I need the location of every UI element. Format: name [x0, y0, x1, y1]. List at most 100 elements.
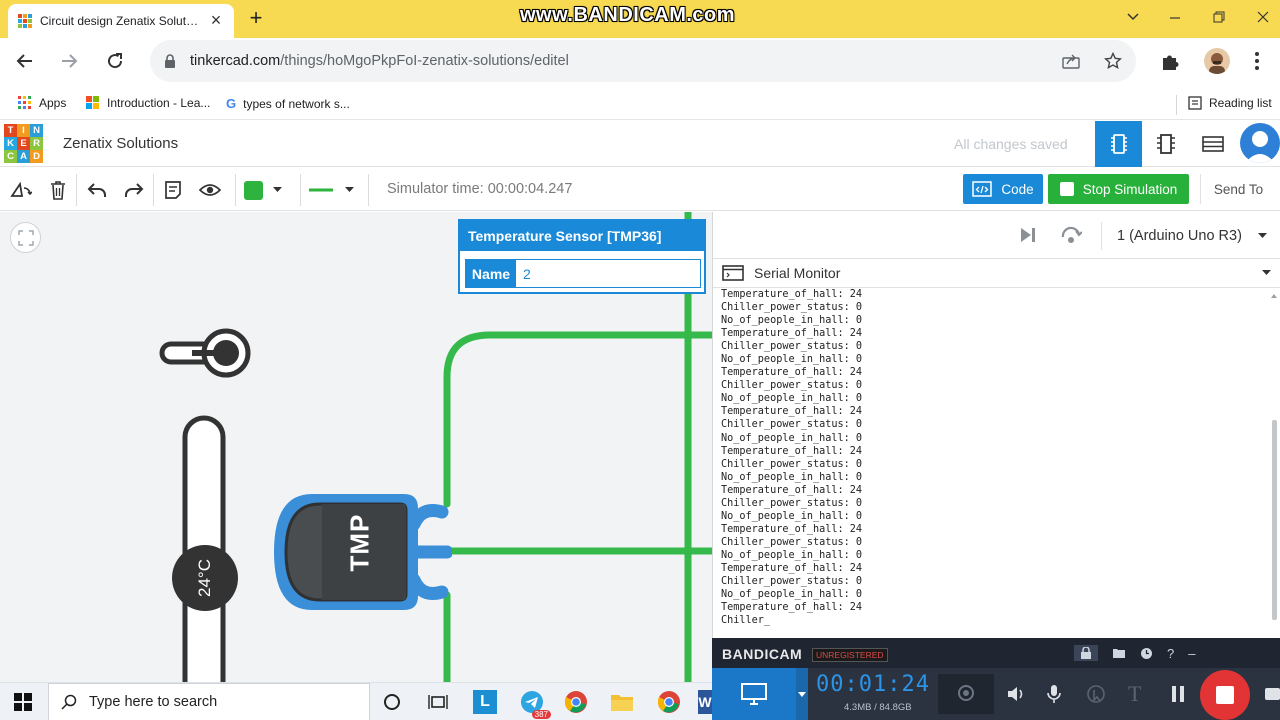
color-swatch — [244, 180, 263, 200]
wire-top — [443, 331, 712, 508]
extensions-puzzle-icon[interactable] — [1160, 50, 1182, 72]
chrome-icon[interactable] — [562, 688, 590, 716]
notes-icon[interactable] — [161, 178, 185, 202]
app-l-icon[interactable]: L — [471, 688, 499, 716]
bookmark-apps[interactable]: Apps — [18, 96, 66, 110]
lock-icon[interactable] — [1074, 645, 1098, 661]
folder-icon[interactable] — [1112, 647, 1126, 659]
redo-icon[interactable] — [122, 178, 146, 202]
serial-line: Temperature_of_hall: 24 — [721, 289, 863, 300]
bookmark-types-of-network[interactable]: G types of network s... — [226, 96, 350, 111]
logo-letter: E — [17, 137, 30, 150]
word-icon[interactable]: W — [698, 688, 712, 716]
search-placeholder: Type here to search — [89, 694, 218, 710]
restore-icon[interactable] — [1204, 6, 1234, 30]
serial-line: Chiller_power_status: 0 — [721, 536, 863, 548]
project-name[interactable]: Zenatix Solutions — [63, 135, 178, 152]
debugger-step-icon[interactable] — [1060, 225, 1082, 245]
clock-icon[interactable] — [1140, 647, 1153, 660]
back-arrow-icon[interactable] — [12, 48, 38, 74]
bookmark-star-icon[interactable] — [1104, 52, 1122, 70]
temperature-slider-knob[interactable]: 24°C — [172, 545, 238, 611]
mouse-effect-icon[interactable] — [1086, 684, 1106, 704]
delete-trash-icon[interactable] — [46, 178, 70, 202]
bookmarks-bar: Apps Introduction - Lea... G types of ne… — [0, 90, 1280, 120]
telegram-icon[interactable]: 387 — [518, 688, 551, 719]
text-overlay-icon[interactable]: T — [1128, 681, 1141, 707]
reading-list-button[interactable]: Reading list — [1188, 96, 1272, 110]
webcam-icon[interactable] — [938, 674, 994, 714]
undo-icon[interactable] — [85, 178, 109, 202]
serial-monitor-header[interactable]: Serial Monitor — [713, 258, 1280, 288]
tab-search-chevron-icon[interactable] — [1118, 6, 1148, 30]
screen-record-mode-button[interactable] — [712, 668, 796, 720]
windows-start-icon[interactable] — [14, 693, 32, 711]
save-status: All changes saved — [954, 136, 1068, 152]
serial-line: Chiller_power_status: 0 — [721, 458, 863, 470]
camera-screenshot-icon[interactable] — [1264, 684, 1280, 702]
share-icon[interactable] — [1062, 53, 1080, 69]
thermometer-icon — [158, 326, 254, 382]
chrome-menu-icon[interactable] — [1254, 51, 1260, 71]
component-list-button[interactable] — [1192, 121, 1234, 167]
mode-dropdown-icon[interactable] — [796, 668, 808, 720]
tmp36-sensor[interactable]: TMP — [272, 492, 452, 612]
serial-monitor-title: Serial Monitor — [754, 265, 841, 281]
collapse-caret-icon[interactable] — [1262, 270, 1271, 276]
task-view-icon[interactable] — [424, 688, 452, 716]
schematic-view-button[interactable] — [1146, 121, 1186, 167]
visibility-eye-icon[interactable] — [198, 178, 222, 202]
color-picker[interactable] — [244, 179, 292, 201]
minimize-icon[interactable]: – — [1188, 646, 1195, 661]
address-bar[interactable]: tinkercad.com /things/hoMgoPkpFoI-zenati… — [150, 40, 1136, 82]
zoom-to-fit-button[interactable] — [10, 222, 41, 253]
simulator-time: Simulator time: 00:00:04.247 — [387, 181, 573, 197]
upload-run-icon[interactable] — [1019, 226, 1037, 244]
rotate-icon[interactable] — [9, 178, 33, 202]
help-icon[interactable]: ? — [1167, 646, 1174, 661]
file-explorer-icon[interactable] — [608, 688, 636, 716]
stop-square-icon — [1059, 182, 1074, 196]
serial-line: Chiller_power_status: 0 — [721, 576, 863, 588]
temperature-slider[interactable]: 24°C — [172, 415, 238, 682]
tab-title: Circuit design Zenatix Solution — [40, 14, 200, 28]
tinkercad-logo[interactable]: T I N K E R C A D — [4, 124, 44, 164]
pause-icon[interactable] — [1170, 685, 1186, 703]
send-to-button[interactable]: Send To — [1200, 174, 1276, 204]
serial-line: Chiller_power_status: 0 — [721, 341, 863, 353]
chrome-profile-icon[interactable] — [655, 688, 683, 716]
bandicam-brand: BANDICAM — [722, 646, 803, 662]
minimize-icon[interactable] — [1160, 6, 1190, 30]
logo-letter: K — [4, 137, 17, 150]
browser-tab[interactable]: Circuit design Zenatix Solution × — [8, 4, 234, 38]
name-input[interactable]: 2 — [516, 260, 700, 287]
serial-line: No_of_people_in_hall: 0 — [721, 315, 863, 327]
logo-letter: I — [17, 124, 30, 137]
cortana-icon[interactable] — [378, 688, 406, 716]
tab-close-icon[interactable]: × — [208, 11, 224, 29]
new-tab-button[interactable]: + — [244, 7, 268, 31]
speaker-icon[interactable] — [1006, 684, 1026, 704]
bookmark-introduction[interactable]: Introduction - Lea... — [86, 96, 210, 110]
code-button-label: Code — [1001, 181, 1034, 197]
reload-icon[interactable] — [102, 48, 128, 74]
close-window-icon[interactable] — [1248, 6, 1278, 30]
taskbar-search-box[interactable]: Type here to search — [48, 683, 370, 720]
serial-line: No_of_people_in_hall: 0 — [721, 589, 863, 601]
browser-tab-bar: Circuit design Zenatix Solution × + www.… — [0, 0, 1280, 38]
user-avatar[interactable] — [1240, 123, 1280, 163]
stop-simulation-button[interactable]: Stop Simulation — [1048, 174, 1189, 204]
circuit-canvas[interactable]: 24°C TMP Temperature Sensor [TMP36] Name… — [0, 212, 712, 682]
serial-line: Temperature_of_hall: 24 — [721, 367, 863, 379]
circuit-view-button[interactable] — [1095, 121, 1142, 167]
device-selector[interactable]: 1 (Arduino Uno R3) — [1117, 226, 1267, 246]
serial-line: No_of_people_in_hall: 0 — [721, 432, 863, 444]
logo-letter: A — [17, 150, 30, 163]
stop-recording-button[interactable] — [1200, 670, 1250, 720]
profile-avatar[interactable] — [1204, 48, 1230, 74]
serial-scrollbar[interactable] — [1269, 292, 1279, 632]
forward-arrow-icon[interactable] — [56, 48, 82, 74]
wire-type-picker[interactable] — [309, 179, 361, 201]
microphone-icon[interactable] — [1046, 684, 1062, 704]
code-button[interactable]: Code — [963, 174, 1043, 204]
